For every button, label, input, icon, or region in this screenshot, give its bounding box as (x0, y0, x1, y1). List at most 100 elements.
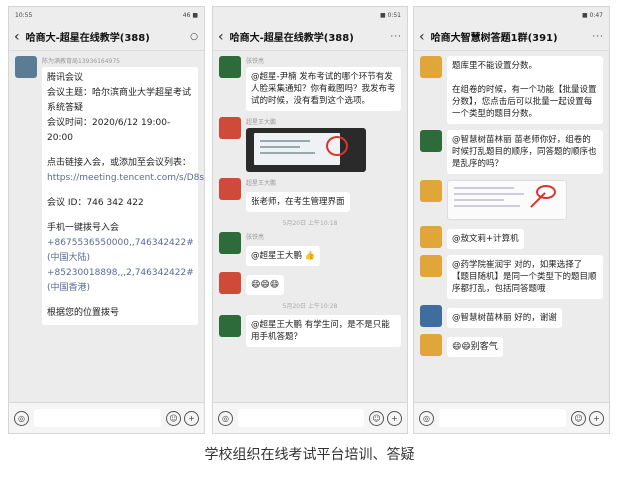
avatar[interactable] (420, 305, 442, 327)
message-bubble[interactable]: 张老师，在考生管理界面 (246, 192, 350, 212)
plus-icon[interactable]: + (184, 410, 199, 426)
chat-header: ‹ 哈商大-超星在线教学(388) ··· (213, 23, 407, 51)
message-row: 超星王大鹏 张老师，在考生管理界面 (219, 178, 401, 212)
message-bubble[interactable]: 题库里不能设置分数。 在组卷的时候，有一个功能【批量设置分数】，您点击后可以批量… (447, 56, 603, 124)
invite-line (47, 186, 193, 196)
invite-line (47, 146, 193, 156)
emoji-icon[interactable]: ☺ (166, 410, 181, 426)
dial-link[interactable]: +8675536550000,,746342422#(中国大陆) (47, 236, 194, 266)
avatar[interactable] (420, 130, 442, 152)
status-icons: ■ 0:47 (581, 11, 603, 19)
message-bubble[interactable]: @药学院崔润宇 对的，如果选择了【题目随机】是同一个类型下的题目顺序都打乱，包括… (447, 255, 603, 299)
message-row: 😄😄别客气 (420, 334, 603, 357)
meeting-invite-bubble[interactable]: 腾讯会议 会议主题：哈尔滨商业大学超星考试系统答疑 会议时间：2020/6/12… (42, 67, 204, 325)
message-input[interactable] (34, 409, 161, 427)
emoji-icon[interactable]: ☺ (369, 410, 384, 426)
avatar[interactable] (420, 334, 442, 356)
status-icons: 46 ■ (182, 11, 198, 19)
timestamp: 5月20日 上午10:28 (282, 303, 338, 310)
input-bar: ◎ ☺ + (414, 402, 609, 433)
invite-line: 会议主题：哈尔滨商业大学超星考试系统答疑 (47, 88, 192, 113)
invite-line: 会议时间：2020/6/12 19:00-20:00 (47, 118, 171, 143)
sender-name: 超星王大鹏 (246, 180, 277, 187)
more-options-icon[interactable]: ○ (190, 32, 199, 42)
chat-title: 哈商大智慧树答题1群(391) (430, 33, 558, 44)
invite-line: 腾讯会议 (47, 73, 84, 83)
message-row: 张铁亮 @超星王大鹏 👍 (219, 232, 401, 266)
message-row: @智慧树苗林丽 苗老师你好，组卷的时候打乱题目的顺序，同答题的顺序也是乱序的吗？ (420, 130, 603, 174)
figure-caption: 学校组织在线考试平台培训、答疑 (204, 447, 415, 463)
message-row: @智慧树苗林丽 好的，谢谢 (420, 305, 603, 328)
voice-icon[interactable]: ◎ (14, 410, 29, 426)
message-content: 陈为满教育局13936164975 腾讯会议 会议主题：哈尔滨商业大学超星考试系… (42, 56, 204, 325)
message-bubble[interactable]: 😄😄别客气 (447, 337, 503, 357)
screenshot-collage: 10:55 46 ■ ‹ 哈商大-超星在线教学(388) ○ 陈为满教育局139… (0, 0, 619, 439)
message-input[interactable] (439, 409, 566, 427)
dial-link[interactable]: +85230018898,,,2,746342422#(中国香港) (47, 266, 194, 296)
emoji-icon[interactable]: ☺ (571, 410, 586, 426)
message-row (420, 180, 603, 220)
voice-icon[interactable]: ◎ (218, 410, 233, 426)
status-time: 10:55 (15, 11, 33, 19)
avatar[interactable] (420, 226, 442, 248)
invite-line: 点击链接入会，或添加至会议列表： (47, 158, 192, 168)
message-row: @超星王大鹏 有学生问，是不是只能用手机答题？ (219, 315, 401, 347)
avatar[interactable] (219, 178, 241, 200)
back-arrow-icon[interactable]: ‹ (218, 29, 224, 45)
chat-title: 哈商大-超星在线教学(388) (229, 33, 354, 44)
message-row: 超星王大鹏 (219, 117, 401, 172)
plus-icon[interactable]: + (387, 410, 402, 426)
message-bubble[interactable]: @敖文莉+计算机 (447, 229, 524, 249)
chat-header: ‹ 哈商大智慧树答题1群(391) ··· (414, 23, 609, 51)
input-bar: ◎ ☺ + (213, 402, 407, 433)
avatar[interactable] (219, 56, 241, 78)
message-bubble[interactable]: @超星王大鹏 有学生问，是不是只能用手机答题？ (246, 315, 401, 347)
message-bubble[interactable]: @超星-尹楠 发布考试的哪个环节有发人脸采集通知？你有截图吗？我发布考试的时候，… (246, 67, 401, 111)
invite-line: 手机一键拨号入会 (47, 223, 120, 233)
plus-icon[interactable]: + (589, 410, 604, 426)
message-row: 题库里不能设置分数。 在组卷的时候，有一个功能【批量设置分数】，您点击后可以批量… (420, 56, 603, 124)
avatar[interactable] (420, 180, 442, 202)
sender-name: 超星王大鹏 (246, 119, 277, 126)
emoji-bubble[interactable]: 😄😄😄 (246, 275, 285, 295)
avatar[interactable] (219, 315, 241, 337)
message-input[interactable] (238, 409, 364, 427)
chat-area: 张铁亮 @超星-尹楠 发布考试的哪个环节有发人脸采集通知？你有截图吗？我发布考试… (213, 52, 407, 402)
status-bar: ■ 0:47 (414, 7, 609, 23)
message-row: 😄😄😄 (219, 272, 401, 295)
back-arrow-icon[interactable]: ‹ (419, 29, 425, 45)
message-bubble[interactable]: @智慧树苗林丽 好的，谢谢 (447, 308, 562, 328)
sender-name: 陈为满教育局13936164975 (42, 58, 120, 65)
message-bubble[interactable]: @智慧树苗林丽 苗老师你好，组卷的时候打乱题目的顺序，同答题的顺序也是乱序的吗？ (447, 130, 603, 174)
phone-chat-1: 10:55 46 ■ ‹ 哈商大-超星在线教学(388) ○ 陈为满教育局139… (8, 6, 205, 434)
back-arrow-icon[interactable]: ‹ (14, 29, 20, 45)
screenshot-image[interactable] (246, 128, 366, 172)
message-row: @药学院崔润宇 对的，如果选择了【题目随机】是同一个类型下的题目顺序都打乱，包括… (420, 255, 603, 299)
message-bubble[interactable]: @超星王大鹏 👍 (246, 246, 321, 266)
avatar[interactable] (219, 117, 241, 139)
invite-line (47, 296, 193, 306)
more-options-icon[interactable]: ··· (390, 32, 402, 42)
chat-area: 陈为满教育局13936164975 腾讯会议 会议主题：哈尔滨商业大学超星考试系… (9, 52, 204, 402)
more-options-icon[interactable]: ··· (592, 32, 604, 42)
avatar[interactable] (219, 232, 241, 254)
voice-icon[interactable]: ◎ (419, 410, 434, 426)
meeting-link[interactable]: https://meeting.tencent.com/s/D8ssVc5TTY… (47, 171, 204, 186)
status-bar: 10:55 46 ■ (9, 7, 204, 23)
message-row: 陈为满教育局13936164975 腾讯会议 会议主题：哈尔滨商业大学超星考试系… (15, 56, 204, 325)
sender-name: 张铁亮 (246, 234, 265, 241)
avatar[interactable] (219, 272, 241, 294)
status-icons: ■ 0:51 (379, 11, 401, 19)
chat-header: ‹ 哈商大-超星在线教学(388) ○ (9, 23, 204, 51)
status-bar: ■ 0:51 (213, 7, 407, 23)
chat-title: 哈商大-超星在线教学(388) (25, 33, 150, 44)
invite-line (47, 211, 193, 221)
timestamp: 5月20日 上午10:18 (282, 220, 338, 227)
invite-line: 根据您的位置拨号 (47, 308, 120, 318)
input-bar: ◎ ☺ + (9, 402, 204, 433)
screenshot-image[interactable] (447, 180, 567, 220)
invite-line: 会议 ID：746 342 422 (47, 198, 144, 208)
avatar[interactable] (15, 56, 37, 78)
avatar[interactable] (420, 56, 442, 78)
avatar[interactable] (420, 255, 442, 277)
